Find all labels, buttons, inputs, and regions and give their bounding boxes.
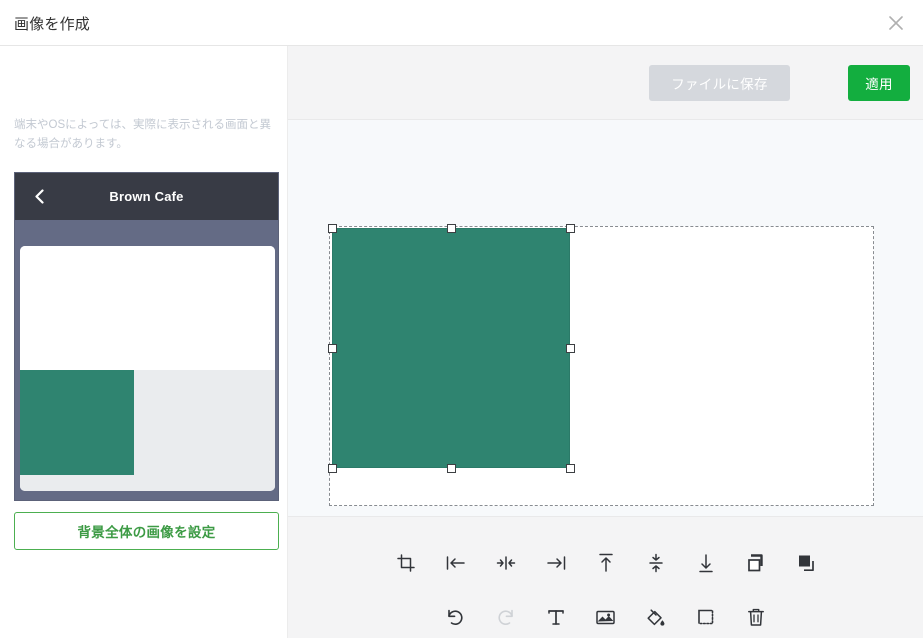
resize-handle-top-center[interactable] [447, 224, 456, 233]
resize-handle-top-left[interactable] [328, 224, 337, 233]
preview-content-card [20, 246, 275, 491]
preview-subbar [15, 220, 278, 240]
selected-shape[interactable] [332, 228, 570, 468]
align-bottom-icon[interactable] [692, 549, 720, 577]
redo-icon [492, 603, 520, 631]
set-full-background-image-button[interactable]: 背景全体の画像を設定 [14, 512, 279, 550]
resize-handle-middle-left[interactable] [328, 344, 337, 353]
create-image-dialog: 画像を作成 端末やOSによっては、実際に表示される画面と異なる場合があります。 … [0, 0, 923, 638]
preview-card-body-area [20, 370, 275, 491]
border-icon[interactable] [692, 603, 720, 631]
dialog-titlebar: 画像を作成 [0, 0, 923, 46]
apply-button[interactable]: 適用 [848, 65, 910, 101]
resize-handle-bottom-left[interactable] [328, 464, 337, 473]
close-icon[interactable] [879, 6, 913, 40]
align-middle-vertical-icon[interactable] [642, 549, 670, 577]
align-right-icon[interactable] [542, 549, 570, 577]
page-title: 画像を作成 [14, 13, 90, 34]
toolbar-row-edit [288, 603, 923, 631]
resize-handle-top-right[interactable] [566, 224, 575, 233]
text-icon[interactable] [542, 603, 570, 631]
undo-icon[interactable] [442, 603, 470, 631]
align-top-icon[interactable] [592, 549, 620, 577]
align-left-icon[interactable] [442, 549, 470, 577]
canvas-stage[interactable] [288, 120, 923, 516]
save-to-file-button[interactable]: ファイルに保存 [649, 65, 790, 101]
bring-to-front-icon[interactable] [742, 549, 770, 577]
image-icon[interactable] [592, 603, 620, 631]
fill-color-icon[interactable] [642, 603, 670, 631]
preview-header-bar: Brown Cafe [15, 173, 278, 220]
send-to-back-icon[interactable] [792, 549, 820, 577]
resize-handle-middle-right[interactable] [566, 344, 575, 353]
toolbar-row-align [288, 549, 923, 577]
editor-toolbar [288, 516, 923, 638]
phone-preview: Brown Cafe [14, 172, 279, 501]
chevron-left-icon[interactable] [31, 189, 47, 205]
preview-card-top-area [20, 246, 275, 370]
crop-icon[interactable] [392, 549, 420, 577]
resize-handle-bottom-right[interactable] [566, 464, 575, 473]
align-center-horizontal-icon[interactable] [492, 549, 520, 577]
device-note: 端末やOSによっては、実際に表示される画面と異なる場合があります。 [14, 116, 276, 154]
preview-image-block [20, 370, 134, 475]
editor-panel: ファイルに保存 適用 [288, 46, 923, 638]
left-preview-panel: 端末やOSによっては、実際に表示される画面と異なる場合があります。 Brown … [0, 46, 288, 638]
preview-header-title: Brown Cafe [109, 189, 183, 204]
editor-action-bar: ファイルに保存 適用 [288, 46, 923, 120]
resize-handle-bottom-center[interactable] [447, 464, 456, 473]
delete-icon[interactable] [742, 603, 770, 631]
